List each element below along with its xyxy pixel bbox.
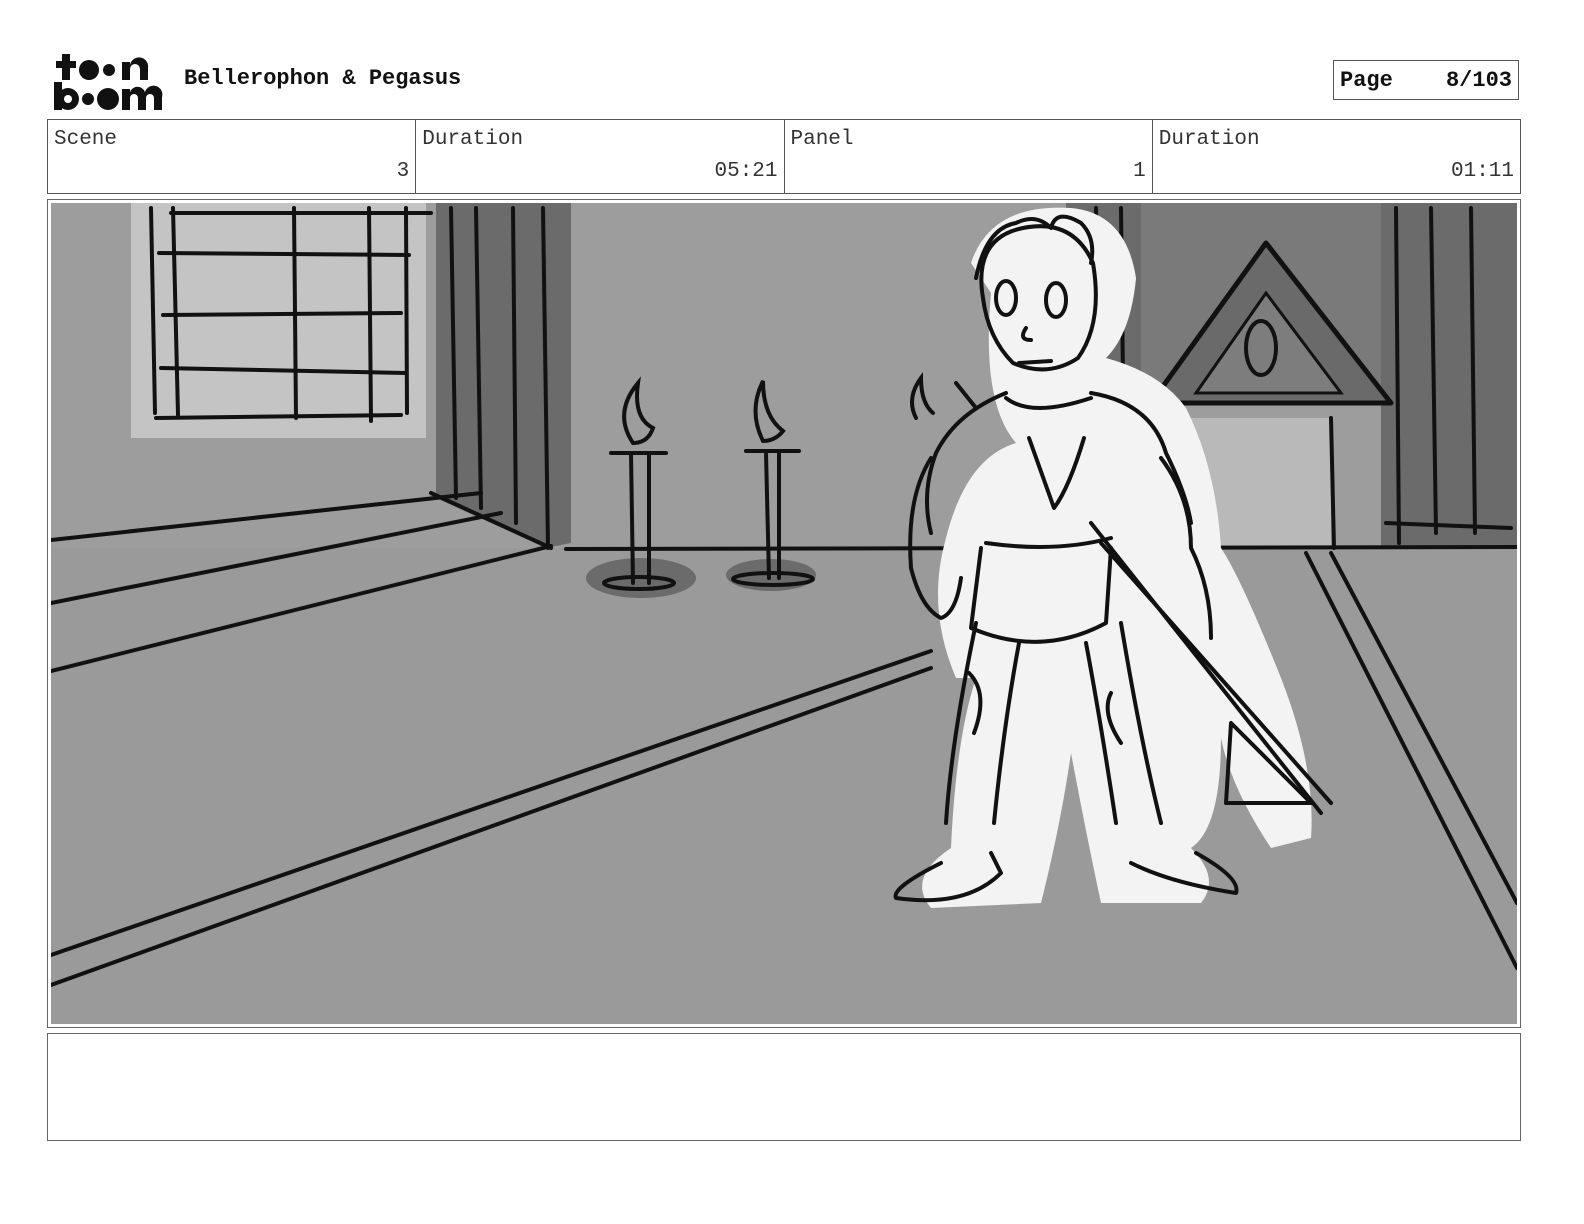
panel-cell: Panel 1 xyxy=(785,120,1153,193)
scene-duration-cell: Duration 05:21 xyxy=(416,120,785,193)
panel-sketch-image xyxy=(51,203,1517,1024)
scene-info-table: Scene 3 Duration 05:21 Panel 1 Duration … xyxy=(47,119,1521,194)
panel-duration-label: Duration xyxy=(1158,128,1260,151)
page-number: 8/103 xyxy=(1445,67,1512,93)
panel-duration-value: 01:11 xyxy=(1450,160,1514,183)
scene-duration-label: Duration xyxy=(422,128,524,151)
scene-label: Scene xyxy=(54,128,118,151)
scene-duration-value: 05:21 xyxy=(714,160,778,183)
toon-boom-logo xyxy=(54,54,163,110)
scene-value: 3 xyxy=(396,160,410,183)
project-title: Bellerophon & Pegasus xyxy=(184,66,462,91)
panel-label: Panel xyxy=(790,128,854,151)
storyboard-panel xyxy=(47,199,1521,1028)
scene-cell: Scene 3 xyxy=(48,120,417,193)
panel-notes-box xyxy=(47,1033,1521,1141)
page-indicator: Page 8/103 xyxy=(1333,60,1519,100)
page-label: Page xyxy=(1340,67,1393,93)
panel-duration-cell: Duration 01:11 xyxy=(1153,120,1520,193)
panel-value: 1 xyxy=(1133,160,1146,183)
